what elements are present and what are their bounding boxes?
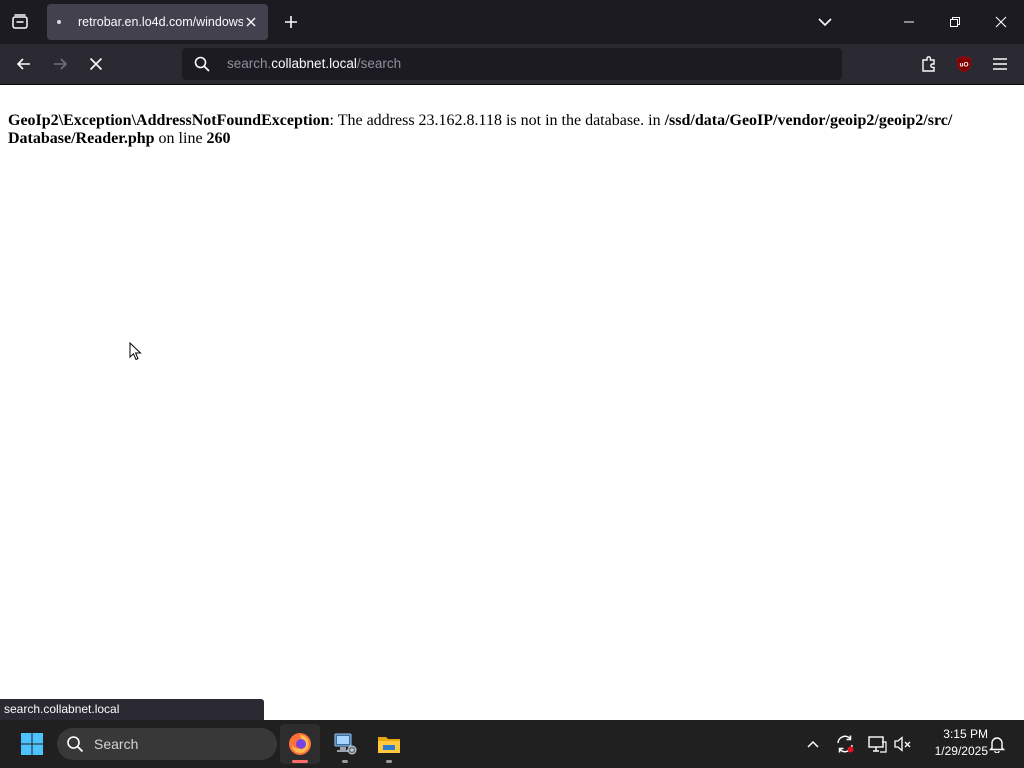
taskbar-clock[interactable]: 3:15 PM 1/29/2025 bbox=[918, 726, 988, 760]
error-text: : The address 23.162.8.118 is not in the… bbox=[329, 112, 665, 129]
mouse-pointer-icon bbox=[129, 342, 142, 361]
php-error-message: GeoIp2\Exception\AddressNotFoundExceptio… bbox=[8, 112, 988, 148]
navigation-toolbar: search.collabnet.local/search uO bbox=[0, 44, 1024, 85]
minimize-icon bbox=[904, 21, 914, 23]
exception-class: GeoIp2\Exception\AddressNotFoundExceptio… bbox=[8, 112, 330, 129]
search-icon bbox=[67, 736, 84, 753]
restore-icon bbox=[950, 17, 960, 27]
status-text: search.collabnet.local bbox=[4, 702, 120, 716]
restore-button[interactable] bbox=[932, 0, 978, 44]
running-app-indicator bbox=[386, 760, 392, 763]
arrow-right-icon bbox=[54, 58, 68, 70]
puzzle-piece-icon bbox=[922, 56, 935, 72]
arrow-left-icon bbox=[16, 58, 30, 70]
list-all-tabs-button[interactable] bbox=[812, 8, 838, 36]
notifications-button[interactable] bbox=[985, 732, 1009, 756]
close-window-button[interactable] bbox=[978, 0, 1024, 44]
taskbar-app-firefox[interactable] bbox=[280, 724, 320, 764]
error-line-label: on line bbox=[154, 130, 207, 147]
search-icon bbox=[193, 55, 211, 73]
close-icon bbox=[995, 16, 1007, 28]
network-computer-icon bbox=[334, 733, 357, 755]
app-menu-button[interactable] bbox=[985, 49, 1015, 79]
new-tab-button[interactable] bbox=[278, 8, 304, 36]
ublock-badge-text: uO bbox=[959, 61, 968, 68]
url-domain: collabnet.local bbox=[271, 56, 357, 71]
firefox-view-button[interactable] bbox=[0, 0, 40, 44]
clock-date: 1/29/2025 bbox=[934, 744, 988, 758]
extensions-button[interactable] bbox=[914, 49, 944, 79]
volume-muted-icon bbox=[894, 736, 911, 752]
ublock-shield-icon: uO bbox=[957, 56, 971, 72]
status-panel: search.collabnet.local bbox=[0, 699, 264, 720]
stop-icon bbox=[89, 57, 103, 71]
file-explorer-icon bbox=[378, 737, 400, 753]
clock-time: 3:15 PM bbox=[943, 727, 988, 741]
minimize-button[interactable] bbox=[886, 0, 932, 44]
tray-volume[interactable] bbox=[891, 732, 915, 756]
chevron-up-icon bbox=[807, 740, 819, 748]
chevron-down-icon bbox=[818, 18, 832, 27]
stop-loading-button[interactable] bbox=[81, 49, 111, 79]
error-line-number: 260 bbox=[206, 130, 231, 147]
sync-arrows-icon bbox=[837, 735, 854, 753]
back-button[interactable] bbox=[9, 49, 39, 79]
plus-icon bbox=[285, 16, 297, 28]
taskbar-app-network-computer[interactable] bbox=[325, 724, 365, 764]
active-app-indicator bbox=[292, 760, 308, 763]
taskbar-app-file-explorer[interactable] bbox=[369, 724, 409, 764]
url-host-prefix: search. bbox=[227, 56, 272, 71]
forward-button[interactable] bbox=[45, 49, 75, 79]
start-button[interactable] bbox=[14, 728, 50, 760]
close-icon bbox=[246, 17, 256, 27]
firefox-view-icon bbox=[12, 14, 28, 29]
tab-active[interactable]: retrobar.en.lo4d.com/windows bbox=[47, 4, 268, 40]
windows-logo-icon bbox=[21, 733, 43, 755]
bell-icon bbox=[988, 737, 1006, 753]
tray-sync-app[interactable] bbox=[833, 732, 857, 756]
url-text[interactable]: search.collabnet.local/search bbox=[227, 48, 401, 80]
show-hidden-icons-button[interactable] bbox=[801, 732, 825, 756]
taskbar: Search 3:15 PM 1/29/2025 bbox=[0, 720, 1024, 768]
hamburger-menu-icon bbox=[993, 58, 1007, 70]
taskbar-search-label: Search bbox=[94, 736, 139, 752]
tab-loading-dot-icon bbox=[57, 20, 61, 24]
tray-network[interactable] bbox=[865, 732, 889, 756]
tab-strip: retrobar.en.lo4d.com/windows bbox=[0, 0, 1024, 44]
page-content: GeoIp2\Exception\AddressNotFoundExceptio… bbox=[0, 85, 1024, 720]
taskbar-search-box[interactable]: Search bbox=[57, 728, 277, 760]
tab-close-button[interactable] bbox=[242, 13, 260, 31]
firefox-icon bbox=[289, 733, 311, 755]
address-bar[interactable]: search.collabnet.local/search bbox=[182, 48, 842, 80]
running-app-indicator bbox=[342, 760, 348, 763]
ublock-origin-button[interactable]: uO bbox=[949, 49, 979, 79]
tab-title: retrobar.en.lo4d.com/windows bbox=[78, 15, 243, 29]
network-monitor-icon bbox=[868, 736, 887, 753]
url-path: /search bbox=[356, 56, 402, 71]
